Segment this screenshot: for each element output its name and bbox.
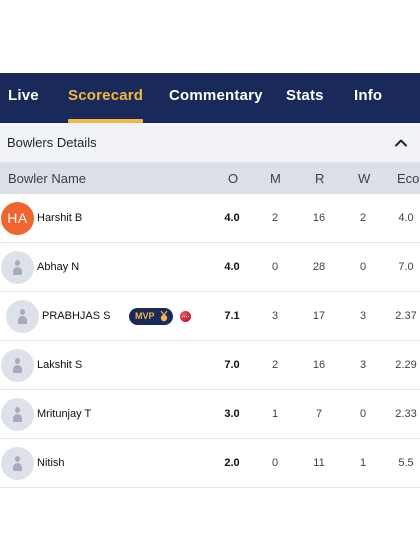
economy-value: 2.37 xyxy=(395,310,417,322)
table-row[interactable]: Nitish 2.0 0 11 1 5.5 xyxy=(0,439,420,488)
table-header: Bowler Name O M R W Eco xyxy=(0,163,420,194)
tab-info[interactable]: Info xyxy=(354,73,382,123)
economy-value: 7.0 xyxy=(398,261,414,273)
wickets-value: 0 xyxy=(359,261,367,273)
chevron-up-icon[interactable] xyxy=(392,134,410,152)
cricket-ball-icon xyxy=(180,311,191,322)
section-title: Bowlers Details xyxy=(7,135,97,150)
maidens-value: 2 xyxy=(271,359,279,371)
col-bowler-name: Bowler Name xyxy=(8,171,87,186)
maidens-value: 3 xyxy=(271,310,279,322)
wickets-value: 1 xyxy=(359,457,367,469)
col-wickets: W xyxy=(358,171,371,186)
col-overs: O xyxy=(228,171,239,186)
bowler-name[interactable]: PRABHJAS S xyxy=(42,292,110,341)
tab-scorecard[interactable]: Scorecard xyxy=(68,73,144,123)
bowler-name[interactable]: Lakshit S xyxy=(37,341,82,390)
bowlers-table: HA Harshit B 4.0 2 16 2 4.0 Abhay N 4.0 … xyxy=(0,194,420,488)
bowler-name[interactable]: Abhay N xyxy=(37,243,79,292)
avatar-placeholder-icon xyxy=(1,251,34,284)
wickets-value: 2 xyxy=(359,212,367,224)
bowler-name[interactable]: Mritunjay T xyxy=(37,390,91,439)
mvp-badge: MVP xyxy=(129,308,173,325)
maidens-value: 2 xyxy=(271,212,279,224)
runs-value: 16 xyxy=(312,212,326,224)
economy-value: 2.29 xyxy=(395,359,417,371)
wickets-value: 3 xyxy=(359,359,367,371)
economy-value: 4.0 xyxy=(398,212,414,224)
economy-value: 2.33 xyxy=(395,408,417,420)
runs-value: 17 xyxy=(312,310,326,322)
bowlers-section-header[interactable]: Bowlers Details xyxy=(0,123,420,163)
col-runs: R xyxy=(315,171,325,186)
table-row[interactable]: Abhay N 4.0 0 28 0 7.0 xyxy=(0,243,420,292)
avatar-placeholder-icon xyxy=(6,300,39,333)
overs-value: 4.0 xyxy=(224,261,240,273)
table-row[interactable]: PRABHJAS S MVP 7.1 3 17 3 2.37 xyxy=(0,292,420,341)
tab-stats[interactable]: Stats xyxy=(286,73,324,123)
maidens-value: 0 xyxy=(271,261,279,273)
runs-value: 7 xyxy=(315,408,323,420)
overs-value: 3.0 xyxy=(224,408,240,420)
avatar-placeholder-icon xyxy=(1,349,34,382)
avatar-placeholder-icon xyxy=(1,447,34,480)
maidens-value: 1 xyxy=(271,408,279,420)
overs-value: 4.0 xyxy=(224,212,240,224)
economy-value: 5.5 xyxy=(398,457,414,469)
maidens-value: 0 xyxy=(271,457,279,469)
runs-value: 28 xyxy=(312,261,326,273)
wickets-value: 0 xyxy=(359,408,367,420)
wickets-value: 3 xyxy=(359,310,367,322)
avatar-placeholder-icon xyxy=(1,398,34,431)
table-row[interactable]: HA Harshit B 4.0 2 16 2 4.0 xyxy=(0,194,420,243)
col-maidens: M xyxy=(270,171,281,186)
overs-value: 2.0 xyxy=(224,457,240,469)
runs-value: 16 xyxy=(312,359,326,371)
bowler-name[interactable]: Harshit B xyxy=(37,194,82,243)
runs-value: 11 xyxy=(313,457,325,469)
overs-value: 7.1 xyxy=(224,310,240,322)
medal-icon xyxy=(160,311,168,322)
col-economy: Eco xyxy=(397,171,420,186)
tab-live[interactable]: Live xyxy=(8,73,39,123)
table-row[interactable]: Mritunjay T 3.0 1 7 0 2.33 xyxy=(0,390,420,439)
mvp-label: MVP xyxy=(135,311,155,321)
top-tab-bar: Live Scorecard Commentary Stats Info xyxy=(0,73,420,123)
avatar: HA xyxy=(1,202,34,235)
tab-commentary[interactable]: Commentary xyxy=(169,73,263,123)
bowler-name[interactable]: Nitish xyxy=(37,439,65,488)
table-row[interactable]: Lakshit S 7.0 2 16 3 2.29 xyxy=(0,341,420,390)
overs-value: 7.0 xyxy=(224,359,240,371)
